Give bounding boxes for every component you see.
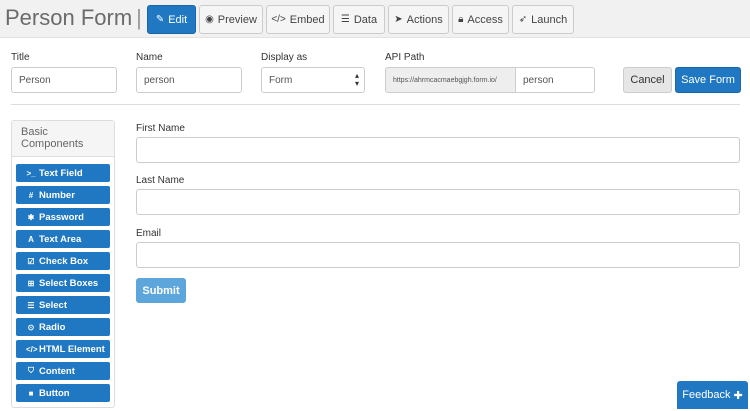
- save-form-button[interactable]: Save Form: [675, 67, 741, 93]
- database-icon: ☰: [340, 14, 350, 25]
- last-name-input[interactable]: [136, 189, 740, 215]
- component-select[interactable]: ☰ Select: [16, 296, 110, 314]
- list-icon: ☰: [27, 300, 35, 310]
- sidebar-heading[interactable]: Basic Components: [12, 121, 114, 157]
- tab-launch-label: Launch: [531, 13, 568, 26]
- component-label: Select Boxes: [39, 277, 99, 289]
- component-label: Text Field: [39, 167, 83, 179]
- eye-icon: ◉: [205, 14, 214, 25]
- display-as-label: Display as: [261, 52, 308, 63]
- api-path-label: API Path: [385, 52, 425, 63]
- title-input-value: Person: [19, 74, 51, 86]
- tab-edit[interactable]: ✎ Edit: [147, 5, 196, 34]
- stop-icon: ■: [28, 388, 34, 398]
- paper-plane-icon: ➤: [394, 14, 403, 25]
- feedback-button[interactable]: Feedback ✚: [677, 381, 748, 409]
- component-label: Text Area: [39, 233, 82, 245]
- tab-data-label: Data: [353, 13, 378, 26]
- display-as-value: Form: [269, 74, 293, 86]
- tab-access[interactable]: 🔒︎ Access: [452, 5, 509, 34]
- component-text-area[interactable]: A Text Area: [16, 230, 110, 248]
- tab-edit-label: Edit: [168, 13, 188, 26]
- code-icon: </>: [271, 14, 286, 25]
- api-path-input[interactable]: person: [515, 67, 595, 93]
- first-name-label: First Name: [136, 123, 185, 134]
- tab-embed-label: Embed: [289, 13, 325, 26]
- component-label: Select: [39, 299, 67, 311]
- checkbox-icon: ☑: [27, 256, 35, 266]
- page-title: Person Form |: [5, 5, 142, 31]
- component-radio[interactable]: ⊙ Radio: [16, 318, 110, 336]
- feedback-label: Feedback: [682, 389, 731, 401]
- asterisk-icon: ✱: [27, 212, 35, 222]
- component-check-box[interactable]: ☑ Check Box: [16, 252, 110, 270]
- component-label: Number: [39, 189, 75, 201]
- divider: [11, 104, 740, 105]
- html5-icon: ⛉: [28, 366, 34, 375]
- component-password[interactable]: ✱ Password: [16, 208, 110, 226]
- name-input[interactable]: person: [136, 67, 242, 93]
- lock-icon: 🔒︎: [458, 14, 464, 25]
- component-label: Content: [39, 365, 75, 377]
- component-label: Password: [39, 211, 84, 223]
- tab-embed[interactable]: </> Embed: [266, 5, 330, 34]
- component-text-field[interactable]: >_ Text Field: [16, 164, 110, 182]
- tab-actions-label: Actions: [406, 13, 443, 26]
- font-icon: A: [28, 234, 34, 244]
- component-label: Check Box: [39, 255, 89, 267]
- name-input-value: person: [144, 74, 175, 86]
- title-separator: |: [136, 5, 142, 30]
- name-label: Name: [136, 52, 163, 63]
- api-path-value: person: [523, 74, 554, 86]
- display-as-select[interactable]: Form ▴ ▾: [261, 67, 365, 93]
- tab-actions[interactable]: ➤ Actions: [388, 5, 449, 34]
- api-path-prefix: https://ahrmcacmaebgjgh.form.io/: [385, 67, 516, 93]
- component-label: HTML Element: [39, 343, 105, 355]
- component-content[interactable]: ⛉ Content: [16, 362, 110, 380]
- component-html-element[interactable]: </> HTML Element: [16, 340, 110, 358]
- edit-icon: ✎: [155, 14, 165, 25]
- component-button[interactable]: ■ Button: [16, 384, 110, 402]
- first-name-input[interactable]: [136, 137, 740, 163]
- email-label: Email: [136, 228, 162, 239]
- component-select-boxes[interactable]: ⊞ Select Boxes: [16, 274, 110, 292]
- top-toolbar: Person Form | ✎ Edit ◉ Preview </> Embed …: [0, 0, 750, 38]
- terminal-icon: >_: [26, 168, 36, 178]
- select-arrows-icon: ▴ ▾: [354, 71, 359, 88]
- tab-launch[interactable]: ➶ Launch: [512, 5, 574, 34]
- tab-preview-label: Preview: [217, 13, 257, 26]
- plus-icon: ✚: [733, 389, 743, 402]
- form-title-text: Person Form: [5, 5, 133, 30]
- component-label: Button: [39, 387, 70, 399]
- title-input[interactable]: Person: [11, 67, 117, 93]
- component-number[interactable]: # Number: [16, 186, 110, 204]
- api-prefix-text: https://ahrmcacmaebgjgh.form.io/: [393, 76, 497, 84]
- dot-circle-icon: ⊙: [27, 322, 35, 332]
- plus-square-icon: ⊞: [27, 278, 35, 288]
- cancel-button[interactable]: Cancel: [623, 67, 672, 93]
- email-input[interactable]: [136, 242, 740, 268]
- tab-access-label: Access: [467, 13, 503, 26]
- tab-preview[interactable]: ◉ Preview: [199, 5, 263, 34]
- last-name-label: Last Name: [136, 175, 185, 186]
- submit-button[interactable]: Submit: [136, 278, 186, 303]
- code-icon: </>: [26, 344, 38, 354]
- hash-icon: #: [28, 190, 34, 200]
- component-label: Radio: [39, 321, 66, 333]
- component-sidebar: Basic Components >_ Text Field # Number ✱ P…: [11, 120, 115, 408]
- title-label: Title: [11, 52, 30, 63]
- rocket-icon: ➶: [518, 14, 528, 25]
- tab-data[interactable]: ☰ Data: [333, 5, 385, 34]
